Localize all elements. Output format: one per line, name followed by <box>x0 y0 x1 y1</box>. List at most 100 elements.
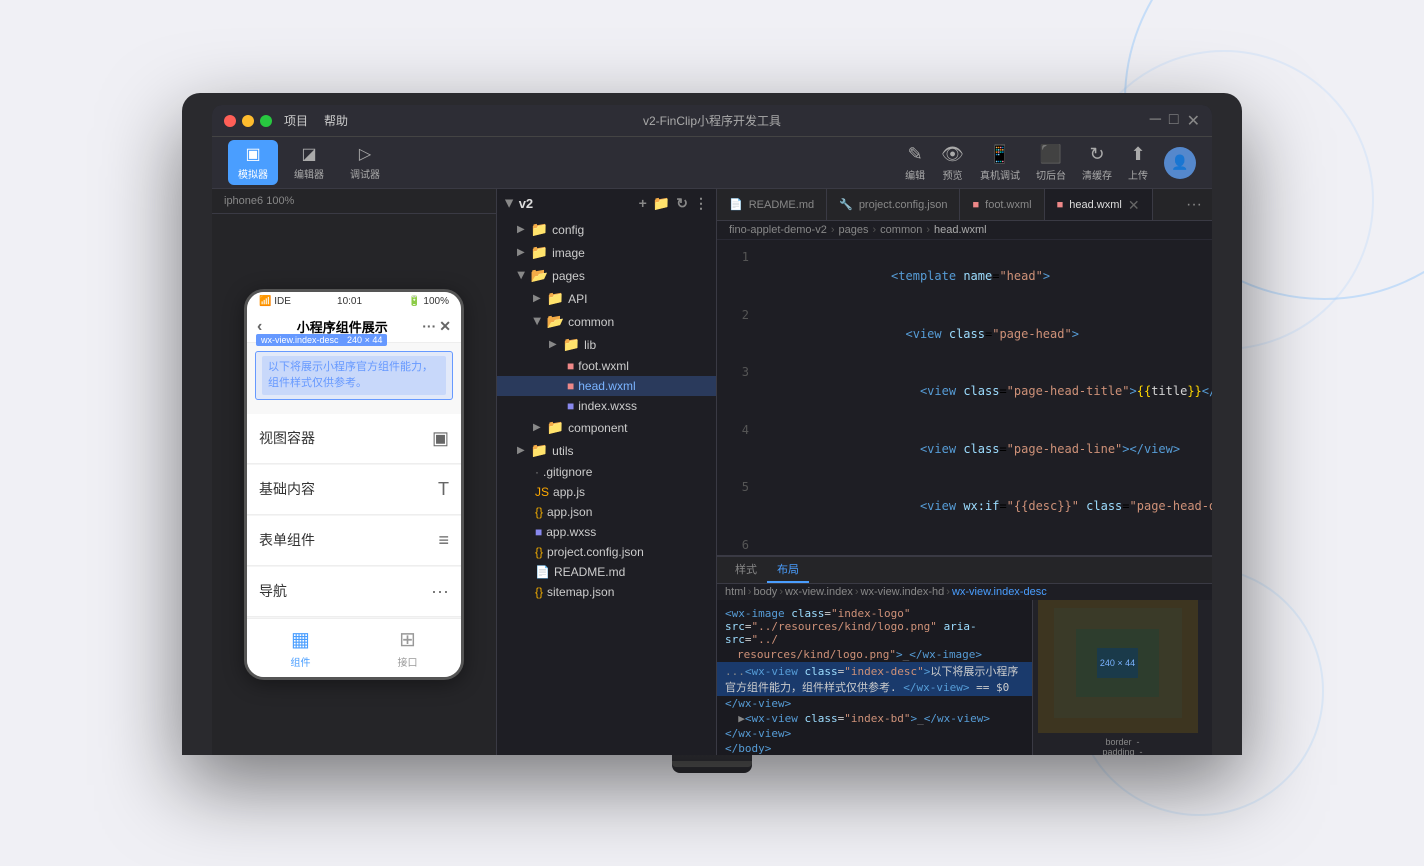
html-line-index-bd[interactable]: ▶<wx-view class="index-bd">_</wx-view> <box>717 711 1032 726</box>
toolbar-left: ▣ 模拟器 ◪ 编辑器 ▷ 调试器 <box>228 140 390 185</box>
menu-item-project[interactable]: 项目 <box>284 112 308 129</box>
tree-item-index-wxss[interactable]: ■ index.wxss <box>497 396 716 416</box>
line-num-2: 2 <box>717 306 749 364</box>
code-editor[interactable]: 1 <template name="head"> 2 <view class="… <box>717 240 1212 555</box>
phone-nav-component[interactable]: ▦ 组件 <box>247 619 354 677</box>
tree-item-pages[interactable]: ▶ 📂 pages <box>497 264 716 287</box>
toolbar-editor-btn[interactable]: ◪ 编辑器 <box>284 140 334 185</box>
tab-more-button[interactable]: ··· <box>1176 196 1212 214</box>
caret-api: ▶ <box>533 293 541 304</box>
breadcrumb-root[interactable]: fino-applet-demo-v2 <box>729 224 827 236</box>
tab-project-config[interactable]: 🔧 project.config.json <box>827 189 960 220</box>
tree-label-utils: utils <box>552 444 573 458</box>
maximize-button[interactable] <box>260 115 272 127</box>
toolbar-debugger-btn[interactable]: ▷ 调试器 <box>340 140 390 185</box>
tree-item-common[interactable]: ▶ 📂 common <box>497 310 716 333</box>
tree-item-app-json[interactable]: {} app.json <box>497 502 716 522</box>
win-action-minimize[interactable]: ─ <box>1150 111 1161 131</box>
tree-item-app-js[interactable]: JS app.js <box>497 482 716 502</box>
tree-label-foot: foot.wxml <box>578 359 629 373</box>
html-line-close2[interactable]: </wx-view> <box>717 726 1032 741</box>
list-item-basic[interactable]: 基础内容 T <box>247 465 461 515</box>
line-num-4: 4 <box>717 421 749 479</box>
box-content-size: 240 × 44 <box>1100 658 1135 668</box>
html-bc-body[interactable]: body <box>753 586 777 598</box>
element-text: 以下将展示小程序官方组件能力，组件样式仅供参考。 <box>262 356 446 395</box>
toolbar-right: ✎ 编辑 👁 预览 📱 真机调试 ⬛ 切后台 <box>905 144 1196 182</box>
tab-readme[interactable]: 📄 README.md <box>717 189 827 220</box>
close-button[interactable] <box>224 115 236 127</box>
tree-item-app-wxss[interactable]: ■ app.wxss <box>497 522 716 542</box>
toolbar-clearcache-action[interactable]: ↻ 清缓存 <box>1082 144 1112 182</box>
toolbar-simulator-btn[interactable]: ▣ 模拟器 <box>228 140 278 185</box>
html-bc-html[interactable]: html <box>725 586 746 598</box>
phone-panel: iphone6 100% 📶 IDE 10:01 🔋 100% <box>212 189 497 755</box>
html-bc-index[interactable]: wx-view.index <box>785 586 853 598</box>
html-line-body-close[interactable]: </body> <box>717 741 1032 755</box>
toolbar-realdevice-action[interactable]: 📱 真机调试 <box>980 144 1020 182</box>
list-item-nav[interactable]: 导航 ··· <box>247 567 461 617</box>
tree-item-head-wxml[interactable]: ■ head.wxml <box>497 376 716 396</box>
file-tree-root: v2 <box>519 196 533 211</box>
breadcrumb-bar: fino-applet-demo-v2 › pages › common › h… <box>717 221 1212 240</box>
tree-item-component[interactable]: ▶ 📁 component <box>497 416 716 439</box>
file-tree-actions: + 📁 ↻ ⋮ <box>639 195 708 212</box>
phone-frame: 📶 IDE 10:01 🔋 100% ‹ 小程序组件展示 ··· <box>244 289 464 680</box>
win-action-close[interactable]: ✕ <box>1187 111 1200 131</box>
tree-item-image[interactable]: ▶ 📁 image <box>497 241 716 264</box>
win-action-maximize[interactable]: □ <box>1169 111 1179 131</box>
tree-item-utils[interactable]: ▶ 📁 utils <box>497 439 716 462</box>
menu-item-help[interactable]: 帮助 <box>324 112 348 129</box>
file-icon-head: ■ <box>567 379 574 393</box>
devtools-tab-layout[interactable]: 布局 <box>767 557 809 583</box>
tree-item-lib[interactable]: ▶ 📁 lib <box>497 333 716 356</box>
refresh-tree-icon[interactable]: ↻ <box>676 195 688 212</box>
list-item-view-label: 视图容器 <box>259 428 315 448</box>
tree-item-api[interactable]: ▶ 📁 API <box>497 287 716 310</box>
tree-item-sitemap[interactable]: {} sitemap.json <box>497 582 716 602</box>
breadcrumb-pages[interactable]: pages <box>839 224 869 236</box>
list-item-view[interactable]: 视图容器 ▣ <box>247 414 461 464</box>
tree-item-project-config[interactable]: {} project.config.json <box>497 542 716 562</box>
caret-utils: ▶ <box>517 445 525 456</box>
new-folder-icon[interactable]: 📁 <box>653 195 670 212</box>
phone-nav-interface[interactable]: ⊞ 接口 <box>354 619 461 677</box>
code-line-1: 1 <template name="head"> <box>717 248 1212 306</box>
phone-panel-header: iphone6 100% <box>212 189 496 214</box>
minimize-button[interactable] <box>242 115 254 127</box>
toolbar-upload-action[interactable]: ⬆ 上传 <box>1128 144 1148 182</box>
tab-head-wxml[interactable]: ■ head.wxml ✕ <box>1045 189 1153 220</box>
tree-label-sitemap: sitemap.json <box>547 585 614 599</box>
head-tab-close[interactable]: ✕ <box>1128 198 1140 212</box>
collapse-icon[interactable]: ⋮ <box>694 195 708 212</box>
toolbar-background-action[interactable]: ⬛ 切后台 <box>1036 144 1066 182</box>
phone-preview: 📶 IDE 10:01 🔋 100% ‹ 小程序组件展示 ··· <box>212 214 496 755</box>
breadcrumb-common[interactable]: common <box>880 224 922 236</box>
html-line-image[interactable]: <wx-image class="index-logo" src="../res… <box>717 606 1032 647</box>
phone-title-actions[interactable]: ··· ✕ <box>422 318 451 335</box>
tree-item-readme[interactable]: 📄 README.md <box>497 562 716 582</box>
tab-foot-wxml[interactable]: ■ foot.wxml <box>960 189 1044 220</box>
tree-label-pages: pages <box>552 269 585 283</box>
list-item-form[interactable]: 表单组件 ≡ <box>247 516 461 566</box>
clearcache-label: 清缓存 <box>1082 167 1112 182</box>
user-avatar[interactable]: 👤 <box>1164 147 1196 179</box>
devtools-tab-styles[interactable]: 样式 <box>725 557 767 583</box>
box-padding-area: 240 × 44 <box>1076 629 1159 697</box>
html-bc-index-hd[interactable]: wx-view.index-hd <box>861 586 945 598</box>
tree-item-config[interactable]: ▶ 📁 config <box>497 218 716 241</box>
file-tree-header: ▶ v2 + 📁 ↻ ⋮ <box>497 189 716 218</box>
line-num-3: 3 <box>717 363 749 421</box>
html-line-close1[interactable]: </wx-view> <box>717 696 1032 711</box>
toolbar-edit-action[interactable]: ✎ 编辑 <box>905 144 925 182</box>
html-line-desc[interactable]: ...<wx-view class="index-desc">以下将展示小程序官… <box>717 662 1032 696</box>
menu-bar: 项目 帮助 <box>284 112 348 129</box>
breadcrumb-file[interactable]: head.wxml <box>934 224 987 236</box>
html-bc-index-desc[interactable]: wx-view.index-desc <box>952 586 1047 598</box>
tree-item-foot-wxml[interactable]: ■ foot.wxml <box>497 356 716 376</box>
upload-label: 上传 <box>1128 167 1148 182</box>
tree-label-component: component <box>568 421 627 435</box>
toolbar-preview-action[interactable]: 👁 预览 <box>941 144 964 182</box>
tree-item-gitignore[interactable]: · .gitignore <box>497 462 716 482</box>
new-file-icon[interactable]: + <box>639 195 647 212</box>
